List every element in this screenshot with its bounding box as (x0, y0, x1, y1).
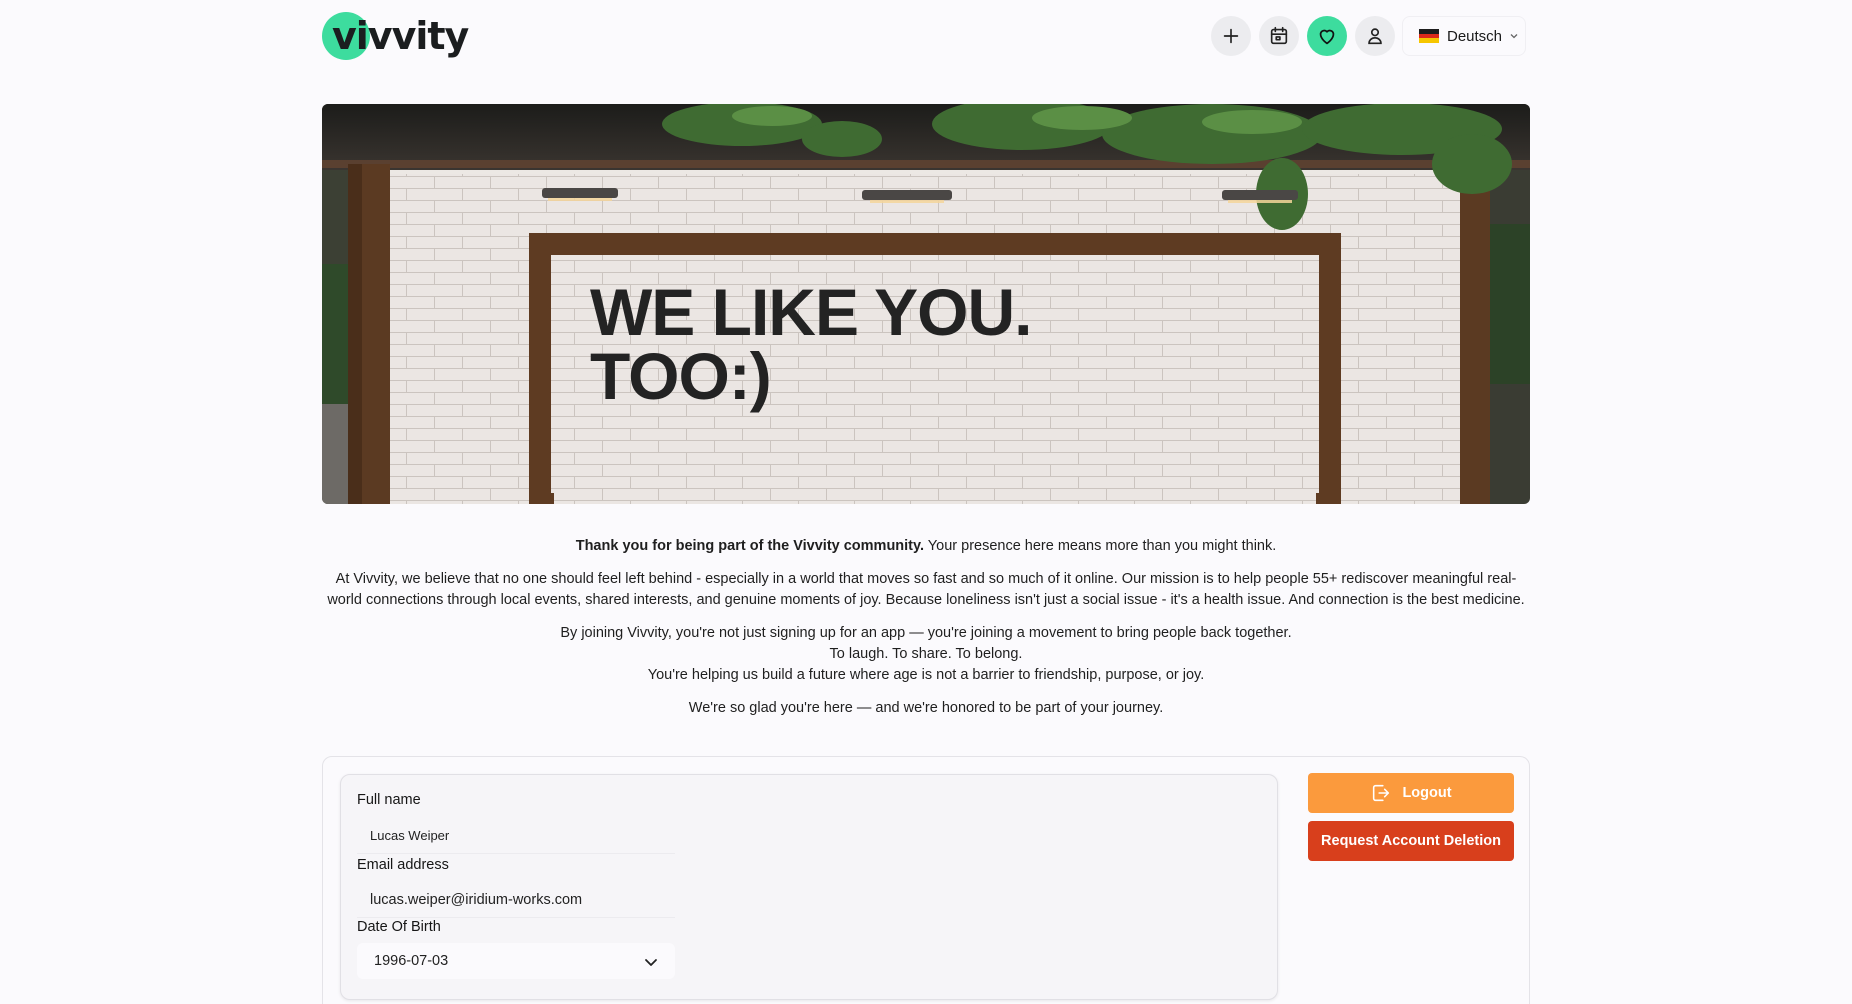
calendar-icon (1270, 26, 1288, 45)
joining-line-1: By joining Vivvity, you're not just sign… (560, 625, 1292, 641)
welcome-lead-bold: Thank you for being part of the Vivvity … (575, 538, 925, 554)
dob-select[interactable]: 1996-07-03 (357, 943, 675, 979)
create-event-button[interactable] (1211, 16, 1251, 56)
hero-line-1: WE LIKE YOU. (590, 275, 1032, 349)
full-name-label: Full name (357, 792, 421, 808)
chevron-down-icon (1510, 34, 1518, 39)
language-selector[interactable]: Deutsch (1402, 16, 1526, 56)
email-field[interactable] (357, 882, 675, 918)
joining-paragraph: By joining Vivvity, you're not just sign… (322, 623, 1530, 686)
user-icon (1368, 28, 1382, 45)
profile-button[interactable] (1355, 16, 1395, 56)
profile-form: Full name Email address Date Of Birth 19… (340, 774, 1278, 1000)
hero-image: WE LIKE YOU. TOO:) (322, 104, 1530, 504)
favorites-button[interactable] (1307, 16, 1347, 56)
dob-value: 1996-07-03 (374, 953, 449, 969)
hero-headline: WE LIKE YOU. TOO:) (590, 275, 1032, 413)
plus-icon (1223, 28, 1239, 44)
heart-icon (1319, 29, 1335, 45)
welcome-lead-rest: Your presence here means more than you m… (924, 538, 1277, 554)
request-account-deletion-button[interactable]: Request Account Deletion (1308, 821, 1514, 861)
vivvity-logo[interactable]: vivvity (322, 12, 469, 60)
calendar-button[interactable] (1259, 16, 1299, 56)
logout-button[interactable]: Logout (1308, 773, 1514, 813)
full-name-field[interactable] (357, 818, 675, 854)
email-label: Email address (357, 857, 449, 873)
closing-paragraph: We're so glad you're here — and we're ho… (688, 700, 1164, 716)
dob-label: Date Of Birth (357, 919, 441, 935)
welcome-message: Thank you for being part of the Vivvity … (322, 536, 1530, 731)
logout-icon (1373, 784, 1390, 802)
logout-label: Logout (1402, 785, 1452, 801)
joining-line-3: You're helping us build a future where a… (647, 667, 1205, 683)
language-label: Deutsch (1447, 27, 1503, 45)
profile-card: Full name Email address Date Of Birth 19… (322, 756, 1530, 1004)
request-account-deletion-label: Request Account Deletion (1321, 833, 1501, 849)
germany-flag-icon (1419, 29, 1439, 44)
welcome-lead: Thank you for being part of the Vivvity … (322, 536, 1530, 557)
joining-line-2: To laugh. To share. To belong. (829, 646, 1023, 662)
hero-line-2: TOO:) (590, 339, 772, 413)
mission-paragraph: At Vivvity, we believe that no one shoul… (327, 571, 1525, 608)
chevron-down-icon (645, 959, 657, 966)
logo-text: vivvity (332, 14, 469, 58)
